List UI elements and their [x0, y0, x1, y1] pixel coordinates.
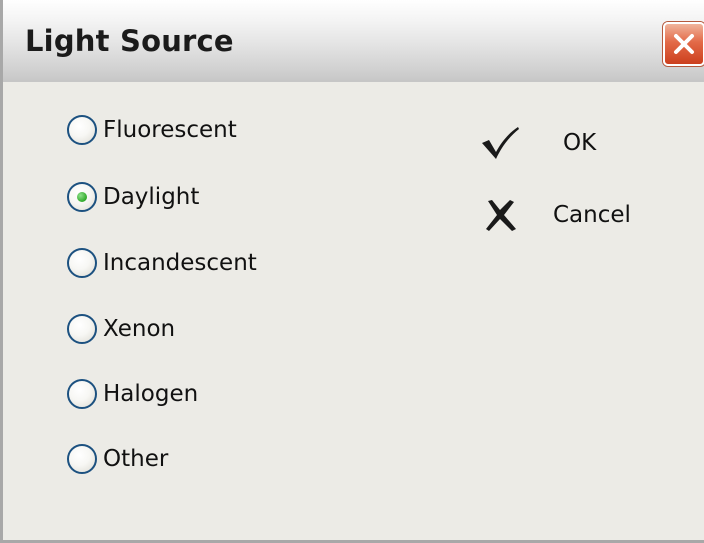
- radio-button[interactable]: [67, 379, 97, 409]
- ok-button[interactable]: OK: [477, 120, 596, 166]
- light-source-dialog: Light Source Fluorescent Daylight Incand…: [0, 0, 704, 543]
- cancel-label: Cancel: [553, 202, 631, 228]
- radio-label: Xenon: [103, 316, 176, 342]
- radio-label: Incandescent: [103, 250, 257, 276]
- radio-button[interactable]: [67, 444, 97, 474]
- radio-label: Fluorescent: [103, 117, 237, 143]
- close-button[interactable]: [663, 22, 704, 66]
- close-x-icon: [674, 34, 694, 54]
- cancel-button[interactable]: Cancel: [477, 192, 631, 238]
- radio-option-fluorescent[interactable]: Fluorescent: [67, 112, 237, 148]
- radio-button[interactable]: [67, 314, 97, 344]
- radio-option-incandescent[interactable]: Incandescent: [67, 245, 257, 281]
- window-title: Light Source: [25, 24, 234, 58]
- radio-option-halogen[interactable]: Halogen: [67, 376, 198, 412]
- radio-option-xenon[interactable]: Xenon: [67, 311, 175, 347]
- radio-option-other[interactable]: Other: [67, 441, 168, 477]
- checkmark-icon: [477, 120, 523, 166]
- radio-button[interactable]: [67, 115, 97, 145]
- ok-label: OK: [563, 130, 597, 156]
- radio-option-daylight[interactable]: Daylight: [67, 179, 199, 215]
- radio-label: Other: [103, 446, 169, 472]
- radio-button[interactable]: [67, 182, 97, 212]
- title-bar[interactable]: Light Source: [3, 0, 704, 82]
- cross-icon: [477, 192, 523, 238]
- radio-label: Daylight: [103, 184, 200, 210]
- radio-button[interactable]: [67, 248, 97, 278]
- radio-label: Halogen: [103, 381, 199, 407]
